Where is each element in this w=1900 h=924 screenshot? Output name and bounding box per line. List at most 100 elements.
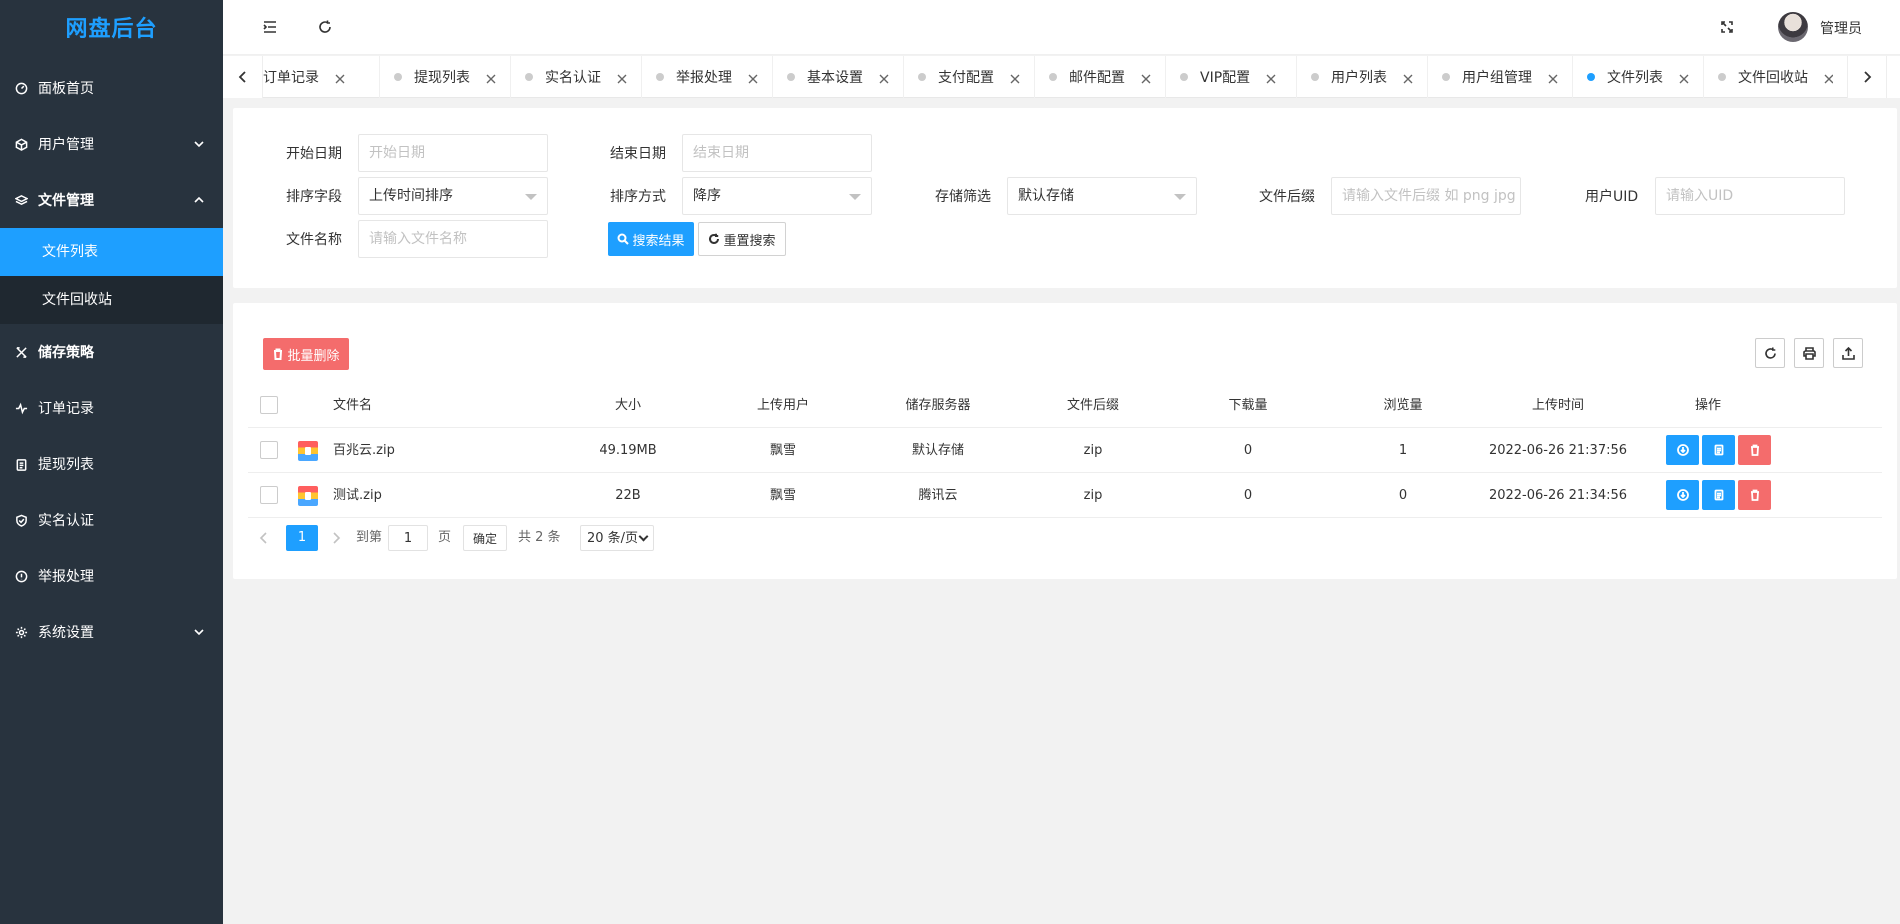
tab-file-list[interactable]: 文件列表 bbox=[1573, 56, 1704, 98]
sidebar-item-users[interactable]: 用户管理 bbox=[0, 116, 223, 172]
trash-icon bbox=[274, 348, 283, 360]
reset-button[interactable]: 重置搜索 bbox=[698, 222, 786, 256]
col-header-size: 大小 bbox=[614, 398, 641, 413]
download-button[interactable] bbox=[1666, 435, 1699, 465]
pulse-icon bbox=[14, 401, 28, 415]
tab-label: VIP配置 bbox=[1200, 70, 1251, 86]
print-icon bbox=[1802, 346, 1816, 360]
avatar[interactable] bbox=[1778, 12, 1808, 42]
suffix-input[interactable]: 请输入文件后缀 如 png jpg 等 bbox=[1331, 177, 1521, 215]
close-icon[interactable] bbox=[1403, 72, 1413, 84]
sidebar-item-dashboard[interactable]: 面板首页 bbox=[0, 60, 223, 116]
delete-button[interactable] bbox=[1738, 480, 1771, 510]
table-refresh-button[interactable] bbox=[1755, 338, 1785, 368]
sidebar-item-files[interactable]: 文件管理 bbox=[0, 172, 223, 228]
table-row: 百兆云.zip 49.19MB 飘雪 默认存储 zip 0 1 2022-06-… bbox=[248, 428, 1882, 473]
goto-page-input[interactable]: 1 bbox=[388, 525, 428, 551]
col-header-suffix: 文件后缀 bbox=[1066, 398, 1119, 413]
sidebar-subitem-file-list[interactable]: 文件列表 bbox=[0, 228, 223, 276]
prev-page-icon[interactable] bbox=[258, 525, 270, 551]
sort-order-label: 排序方式 bbox=[610, 189, 666, 205]
cell-size: 22B bbox=[615, 488, 641, 503]
file-name-input[interactable]: 请输入文件名称 bbox=[358, 220, 548, 258]
tab-vip-config[interactable]: VIP配置 bbox=[1166, 56, 1297, 98]
tab-payment-config[interactable]: 支付配置 bbox=[904, 56, 1035, 98]
sidebar-item-label: 文件管理 bbox=[38, 193, 94, 209]
clipboard-icon bbox=[14, 457, 28, 471]
search-button[interactable]: 搜索结果 bbox=[608, 222, 694, 256]
sidebar-item-realname[interactable]: 实名认证 bbox=[0, 492, 223, 548]
close-icon[interactable] bbox=[1824, 72, 1833, 84]
tab-user-groups[interactable]: 用户组管理 bbox=[1428, 56, 1573, 98]
cell-views: 0 bbox=[1398, 488, 1408, 503]
export-icon bbox=[1841, 346, 1855, 360]
close-icon[interactable] bbox=[617, 72, 627, 84]
close-icon[interactable] bbox=[1141, 72, 1151, 84]
detail-button[interactable] bbox=[1702, 480, 1735, 510]
storage-filter-select[interactable]: 默认存储 bbox=[1007, 177, 1197, 215]
download-icon bbox=[1676, 489, 1689, 501]
cell-file-name[interactable]: 百兆云.zip bbox=[333, 428, 395, 473]
top-header: 管理员 bbox=[223, 0, 1900, 55]
tabs-menu-toggle[interactable] bbox=[1887, 56, 1900, 98]
select-all-checkbox[interactable] bbox=[260, 396, 278, 414]
tab-realname[interactable]: 实名认证 bbox=[511, 56, 642, 98]
close-icon[interactable] bbox=[486, 72, 496, 84]
table-export-button[interactable] bbox=[1833, 338, 1863, 368]
tab-mail-config[interactable]: 邮件配置 bbox=[1035, 56, 1166, 98]
refresh-icon[interactable] bbox=[316, 18, 334, 36]
admin-name[interactable]: 管理员 bbox=[1820, 18, 1862, 38]
current-page[interactable]: 1 bbox=[286, 525, 318, 551]
tab-orders[interactable]: 订单记录 bbox=[263, 56, 380, 98]
page-label: 页 bbox=[438, 530, 452, 545]
start-date-input[interactable]: 开始日期 bbox=[358, 134, 548, 172]
menu-toggle-icon[interactable] bbox=[261, 18, 279, 36]
goto-confirm-button[interactable]: 确定 bbox=[463, 525, 507, 551]
delete-button[interactable] bbox=[1738, 435, 1771, 465]
tab-dot bbox=[525, 73, 533, 81]
col-header-server: 储存服务器 bbox=[905, 398, 971, 413]
close-icon[interactable] bbox=[1548, 72, 1558, 84]
close-icon[interactable] bbox=[335, 72, 345, 84]
download-button[interactable] bbox=[1666, 480, 1699, 510]
chevron-up-icon bbox=[193, 194, 205, 206]
tab-label: 文件列表 bbox=[1607, 70, 1663, 86]
fullscreen-icon[interactable] bbox=[1718, 18, 1736, 36]
table-print-button[interactable] bbox=[1794, 338, 1824, 368]
close-icon[interactable] bbox=[1679, 72, 1689, 84]
sidebar-item-settings[interactable]: 系统设置 bbox=[0, 604, 223, 660]
row-checkbox[interactable] bbox=[260, 441, 278, 459]
tab-withdraw[interactable]: 提现列表 bbox=[380, 56, 511, 98]
row-checkbox[interactable] bbox=[260, 486, 278, 504]
close-icon[interactable] bbox=[1010, 72, 1020, 84]
close-icon[interactable] bbox=[1266, 72, 1276, 84]
tab-user-list[interactable]: 用户列表 bbox=[1297, 56, 1428, 98]
sort-field-select[interactable]: 上传时间排序 bbox=[358, 177, 548, 215]
tab-reports[interactable]: 举报处理 bbox=[642, 56, 773, 98]
tabs-scroll-left[interactable] bbox=[223, 56, 263, 98]
tab-basic-settings[interactable]: 基本设置 bbox=[773, 56, 904, 98]
close-icon[interactable] bbox=[748, 72, 758, 84]
tabs-scroll-right[interactable] bbox=[1847, 56, 1887, 98]
goto-label: 到第 bbox=[356, 530, 383, 545]
page-size-select[interactable]: 20 条/页 bbox=[580, 525, 654, 551]
end-date-input[interactable]: 结束日期 bbox=[682, 134, 872, 172]
search-button-label: 搜索结果 bbox=[632, 233, 685, 249]
batch-delete-button[interactable]: 批量删除 bbox=[263, 338, 349, 370]
close-icon[interactable] bbox=[879, 72, 889, 84]
detail-button[interactable] bbox=[1702, 435, 1735, 465]
sidebar-item-withdraw[interactable]: 提现列表 bbox=[0, 436, 223, 492]
sidebar-item-storage[interactable]: 储存策略 bbox=[0, 324, 223, 380]
sidebar-subitem-file-recycle[interactable]: 文件回收站 bbox=[0, 276, 223, 324]
suffix-label: 文件后缀 bbox=[1259, 189, 1315, 205]
uid-input[interactable]: 请输入UID bbox=[1655, 177, 1845, 215]
chevron-down-icon bbox=[193, 626, 205, 638]
uid-label: 用户UID bbox=[1585, 189, 1639, 205]
sort-order-select[interactable]: 降序 bbox=[682, 177, 872, 215]
next-page-icon[interactable] bbox=[330, 525, 342, 551]
sidebar-item-orders[interactable]: 订单记录 bbox=[0, 380, 223, 436]
sidebar-item-reports[interactable]: 举报处理 bbox=[0, 548, 223, 604]
document-icon bbox=[1714, 444, 1723, 456]
tab-file-recycle[interactable]: 文件回收站 bbox=[1704, 56, 1833, 98]
cell-file-name[interactable]: 测试.zip bbox=[333, 473, 382, 518]
